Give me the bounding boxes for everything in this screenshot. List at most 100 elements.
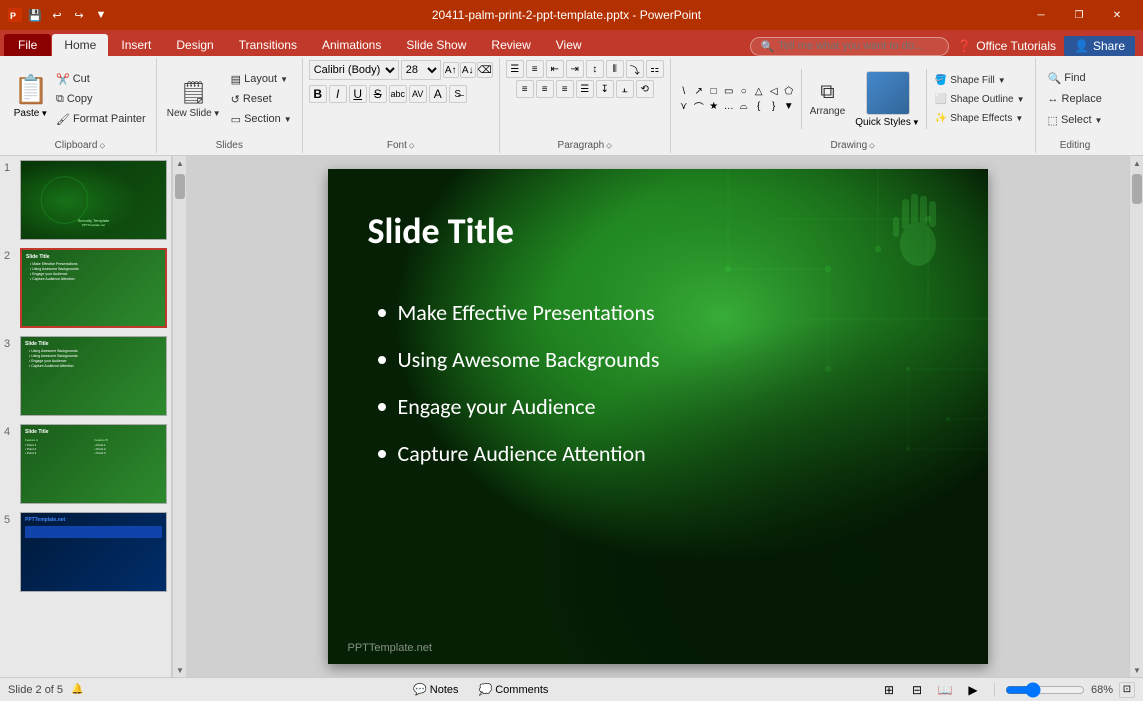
- quick-styles-btn[interactable]: Quick Styles ▼: [853, 69, 922, 130]
- main-scroll-down[interactable]: ▼: [1130, 663, 1143, 677]
- comments-btn[interactable]: 💭 Comments: [473, 682, 555, 697]
- bold-btn[interactable]: B: [309, 85, 327, 103]
- slide-thumb-3[interactable]: 3 Slide Title • Using Awesome Background…: [4, 336, 167, 416]
- align-center-btn[interactable]: ≡: [536, 80, 554, 98]
- shape-more-btn[interactable]: …: [722, 100, 736, 114]
- slide-sorter-btn[interactable]: ⊟: [906, 681, 928, 699]
- shape-fill-btn[interactable]: 🪣 Shape Fill ▼: [931, 71, 1029, 89]
- shape-arrow-btn[interactable]: ↗: [692, 85, 706, 99]
- arrange-btn[interactable]: ⧉ Arrange: [806, 71, 850, 127]
- shape-rect-btn[interactable]: □: [707, 85, 721, 99]
- quick-styles-dropdown[interactable]: ▼: [912, 118, 920, 127]
- text-dir-btn[interactable]: ⤵: [626, 60, 644, 78]
- shape-rtri-btn[interactable]: ◁: [767, 85, 781, 99]
- italic-btn[interactable]: I: [329, 85, 347, 103]
- decrease-indent-btn[interactable]: ⇤: [546, 60, 564, 78]
- slide-thumb-5[interactable]: 5 PPTTemplate.net: [4, 512, 167, 592]
- underline-btn[interactable]: U: [349, 85, 367, 103]
- notes-btn[interactable]: 💬 Notes: [407, 682, 464, 697]
- shape-star-btn[interactable]: ★: [707, 100, 721, 114]
- save-qat-btn[interactable]: 💾: [26, 6, 44, 24]
- section-btn[interactable]: ▭ Section ▼: [227, 110, 296, 128]
- font-family-select[interactable]: Calibri (Body): [309, 60, 399, 80]
- text-shadow-btn[interactable]: S̶: [449, 85, 467, 103]
- shape-bracket-btn[interactable]: {: [752, 100, 766, 114]
- small-caps-btn[interactable]: abc: [389, 85, 407, 103]
- increase-font-btn[interactable]: A↑: [443, 62, 459, 78]
- shape-chevron-btn[interactable]: ⋎: [677, 100, 691, 114]
- shape-effects-btn[interactable]: ✨ Shape Effects ▼: [931, 109, 1029, 127]
- clear-format-btn[interactable]: ⌫: [477, 62, 493, 78]
- tab-file[interactable]: File: [4, 34, 51, 56]
- slide-thumb-1[interactable]: 1: [4, 160, 167, 240]
- restore-btn[interactable]: ❐: [1061, 0, 1097, 30]
- vertical-align-btn[interactable]: ⫠: [616, 80, 634, 98]
- shape-arc-btn[interactable]: ⌓: [737, 100, 751, 114]
- select-btn[interactable]: ⬚ Select ▼: [1042, 110, 1109, 130]
- shape-outline-dropdown[interactable]: ▼: [1017, 95, 1025, 104]
- increase-indent-btn[interactable]: ⇥: [566, 60, 584, 78]
- office-tutorials-btn[interactable]: ❓ Office Tutorials: [957, 39, 1056, 53]
- tab-review[interactable]: Review: [479, 34, 542, 56]
- slide-title[interactable]: Slide Title: [368, 209, 514, 253]
- paste-btn[interactable]: 📋 Paste ▼: [10, 68, 52, 124]
- shape-triangle-btn[interactable]: △: [752, 85, 766, 99]
- smart-art-btn[interactable]: ⚏: [646, 60, 664, 78]
- minimize-btn[interactable]: ─: [1023, 0, 1059, 30]
- undo-qat-btn[interactable]: ↩: [48, 6, 66, 24]
- bullet-list-btn[interactable]: ☰: [506, 60, 524, 78]
- main-scroll-up[interactable]: ▲: [1130, 156, 1143, 170]
- redo-qat-btn[interactable]: ↪: [70, 6, 88, 24]
- shape-round-rect-btn[interactable]: ▭: [722, 85, 736, 99]
- reset-btn[interactable]: ↺ Reset: [227, 90, 296, 108]
- new-slide-btn[interactable]: 🗒 New Slide ▼: [163, 71, 225, 127]
- panel-scroll-up[interactable]: ▲: [173, 156, 187, 170]
- copy-btn[interactable]: ⧉ Copy: [52, 90, 150, 108]
- tab-view[interactable]: View: [544, 34, 594, 56]
- cut-btn[interactable]: ✂️ Cut: [52, 70, 150, 88]
- tab-design[interactable]: Design: [164, 34, 225, 56]
- slideshow-view-btn[interactable]: ▶: [962, 681, 984, 699]
- zoom-slider[interactable]: [1005, 684, 1085, 696]
- font-size-select[interactable]: 28: [401, 60, 441, 80]
- tab-animations[interactable]: Animations: [310, 34, 393, 56]
- format-painter-btn[interactable]: 🖌 Format Painter: [52, 110, 150, 128]
- close-btn[interactable]: ✕: [1099, 0, 1135, 30]
- columns-btn[interactable]: ⫴: [606, 60, 624, 78]
- shape-brace-btn[interactable]: }: [767, 100, 781, 114]
- tell-me-input[interactable]: [778, 40, 938, 52]
- tab-insert[interactable]: Insert: [109, 34, 163, 56]
- tab-transitions[interactable]: Transitions: [227, 34, 309, 56]
- layout-btn[interactable]: ▤ Layout ▼: [227, 70, 296, 88]
- main-slide-canvas[interactable]: Slide Title Make Effective Presentations…: [328, 169, 988, 664]
- customize-qat-btn[interactable]: ▼: [92, 6, 110, 24]
- shape-pentagon-btn[interactable]: ⬠: [782, 85, 796, 99]
- find-btn[interactable]: 🔍 Find: [1042, 68, 1109, 88]
- layout-dropdown[interactable]: ▼: [280, 75, 288, 84]
- shape-fill-dropdown[interactable]: ▼: [998, 76, 1006, 85]
- replace-btn[interactable]: ↔ Replace: [1042, 89, 1109, 109]
- shape-scroll-down-btn[interactable]: ▼: [782, 100, 796, 114]
- shape-circle-btn[interactable]: ○: [737, 85, 751, 99]
- shape-outline-btn[interactable]: ⬜ Shape Outline ▼: [931, 90, 1029, 108]
- fit-window-btn[interactable]: ⊡: [1119, 682, 1135, 698]
- paragraph-expand[interactable]: ⬦: [606, 141, 612, 151]
- drawing-expand[interactable]: ⬦: [869, 141, 875, 151]
- shape-curve-btn[interactable]: ⌒: [692, 100, 706, 114]
- char-spacing-btn[interactable]: AV: [409, 85, 427, 103]
- shape-line-btn[interactable]: \: [677, 85, 691, 99]
- new-slide-dropdown[interactable]: ▼: [213, 109, 221, 118]
- slide-thumb-4[interactable]: 4 Slide Title Feature A • Point 1 • Poin…: [4, 424, 167, 504]
- convert-smartart-btn[interactable]: ⟲: [636, 80, 654, 98]
- panel-scroll-down[interactable]: ▼: [173, 663, 187, 677]
- clipboard-expand[interactable]: ⬦: [99, 141, 105, 151]
- paste-dropdown[interactable]: ▼: [40, 109, 48, 118]
- numbered-list-btn[interactable]: ≡: [526, 60, 544, 78]
- accessibility-btn[interactable]: 🔔: [71, 684, 83, 695]
- align-right-btn[interactable]: ≡: [556, 80, 574, 98]
- reading-view-btn[interactable]: 📖: [934, 681, 956, 699]
- select-dropdown[interactable]: ▼: [1095, 116, 1103, 125]
- strikethrough-btn[interactable]: S: [369, 85, 387, 103]
- justify-btn[interactable]: ☰: [576, 80, 594, 98]
- shape-effects-dropdown[interactable]: ▼: [1015, 114, 1023, 123]
